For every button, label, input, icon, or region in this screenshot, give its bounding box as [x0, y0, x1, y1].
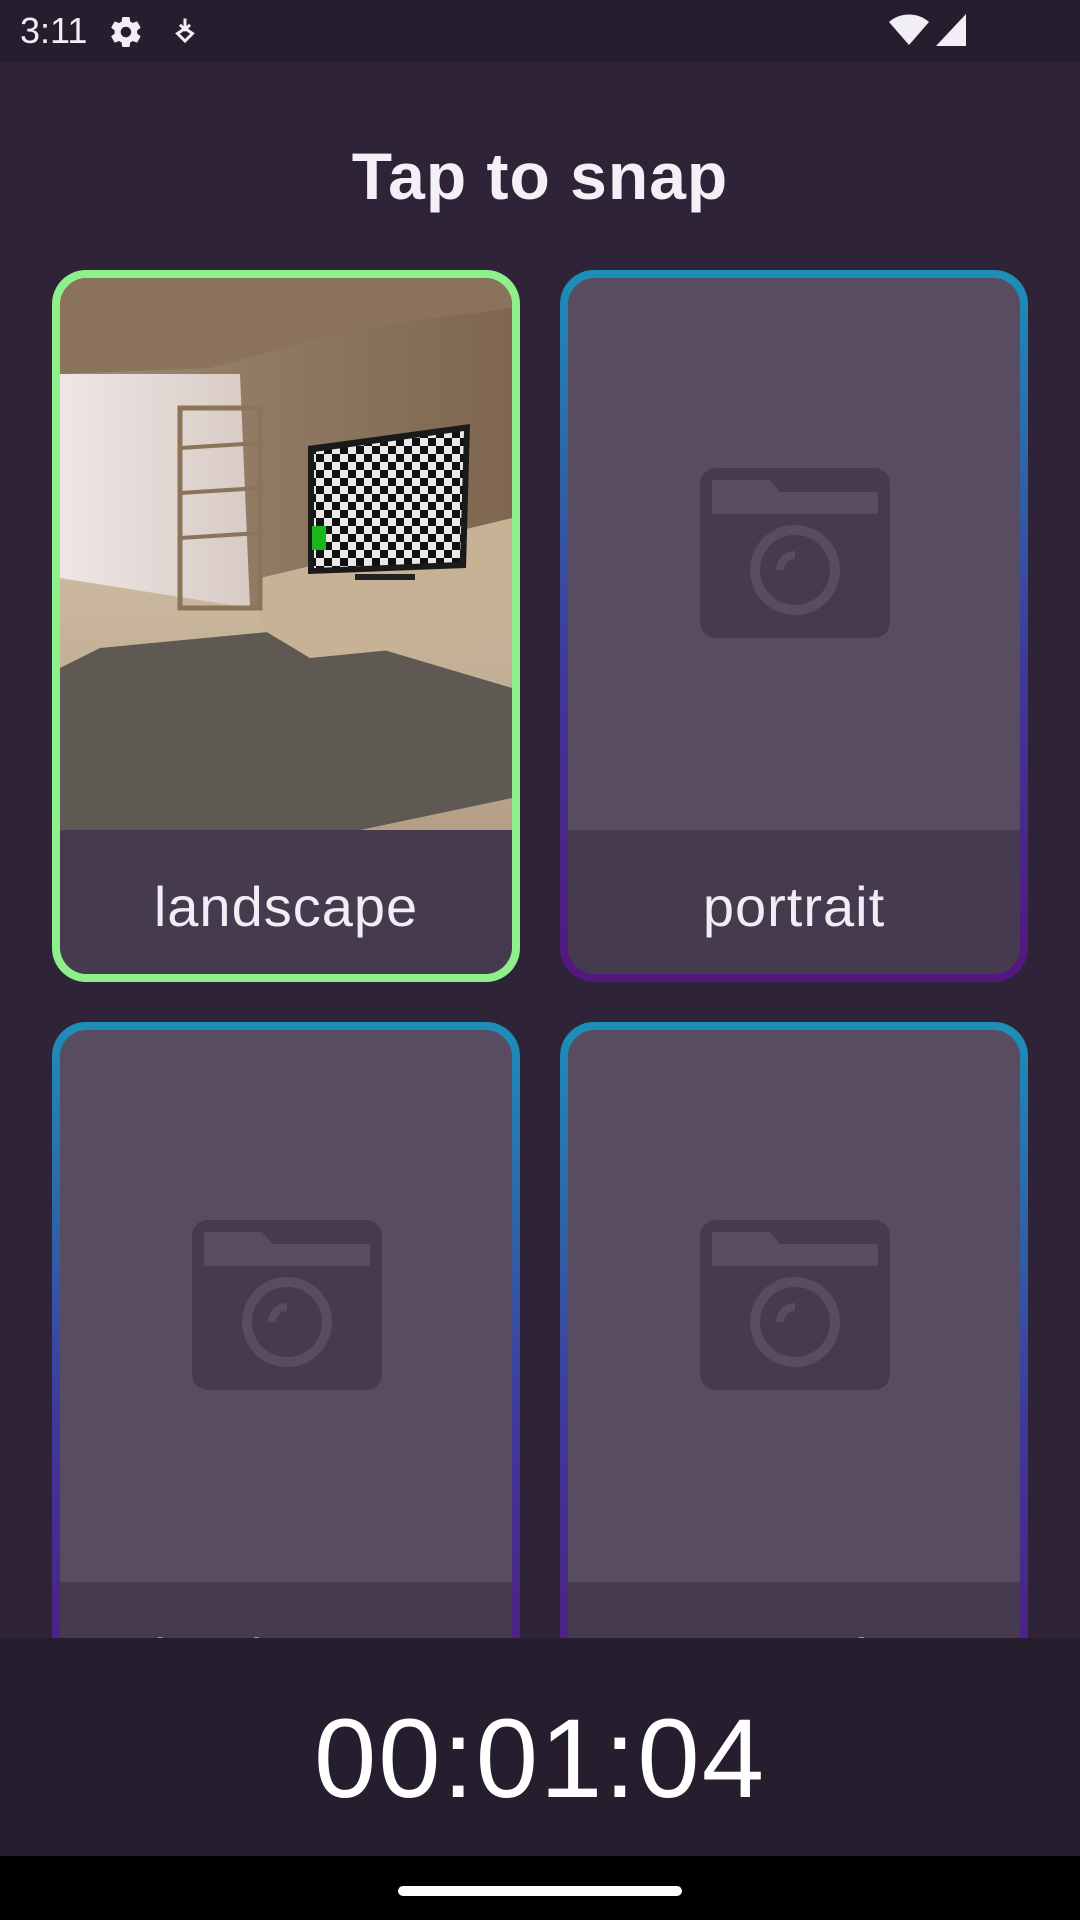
camera-icon [700, 1220, 890, 1390]
elapsed-timer: 00:01:04 [314, 1696, 766, 1821]
snap-card-portrait-2[interactable]: portrait [560, 1022, 1028, 1638]
snap-grid[interactable]: landscape portrait [0, 264, 1080, 1638]
card-placeholder [568, 1030, 1020, 1582]
snap-card-landscape-2[interactable]: landscape [52, 1022, 520, 1638]
card-label: landscape [60, 1626, 512, 1638]
gear-icon [111, 17, 141, 48]
timer-bar: 00:01:04 [0, 1638, 1080, 1856]
camera-icon [192, 1220, 382, 1390]
status-time: 3:11 [20, 10, 88, 51]
card-label: portrait [568, 1626, 1020, 1638]
card-body: portrait [568, 1030, 1020, 1638]
card-photo [60, 278, 512, 830]
card-body: landscape [60, 1030, 512, 1638]
wifi-icon [889, 14, 929, 45]
snap-card-landscape[interactable]: landscape [52, 270, 520, 982]
camera-icon [700, 468, 890, 638]
snap-card-portrait[interactable]: portrait [560, 270, 1028, 982]
card-label-area: landscape [60, 1582, 512, 1638]
status-bar: 3:11 [0, 0, 1080, 62]
download-icon [175, 18, 195, 44]
card-body: portrait [568, 278, 1020, 974]
card-label-area: portrait [568, 1582, 1020, 1638]
cell-signal-icon [936, 14, 966, 46]
card-placeholder [60, 1030, 512, 1582]
card-label-area: portrait [568, 830, 1020, 974]
card-placeholder [568, 278, 1020, 830]
page-title: Tap to snap [351, 139, 729, 213]
card-label-area: landscape [60, 830, 512, 974]
home-gesture-handle[interactable] [398, 1886, 682, 1896]
card-label: portrait [702, 875, 886, 938]
room-photo-thumbnail [60, 278, 512, 830]
card-label: landscape [153, 875, 419, 938]
navigation-bar [0, 1856, 1080, 1920]
card-body: landscape [60, 278, 512, 974]
